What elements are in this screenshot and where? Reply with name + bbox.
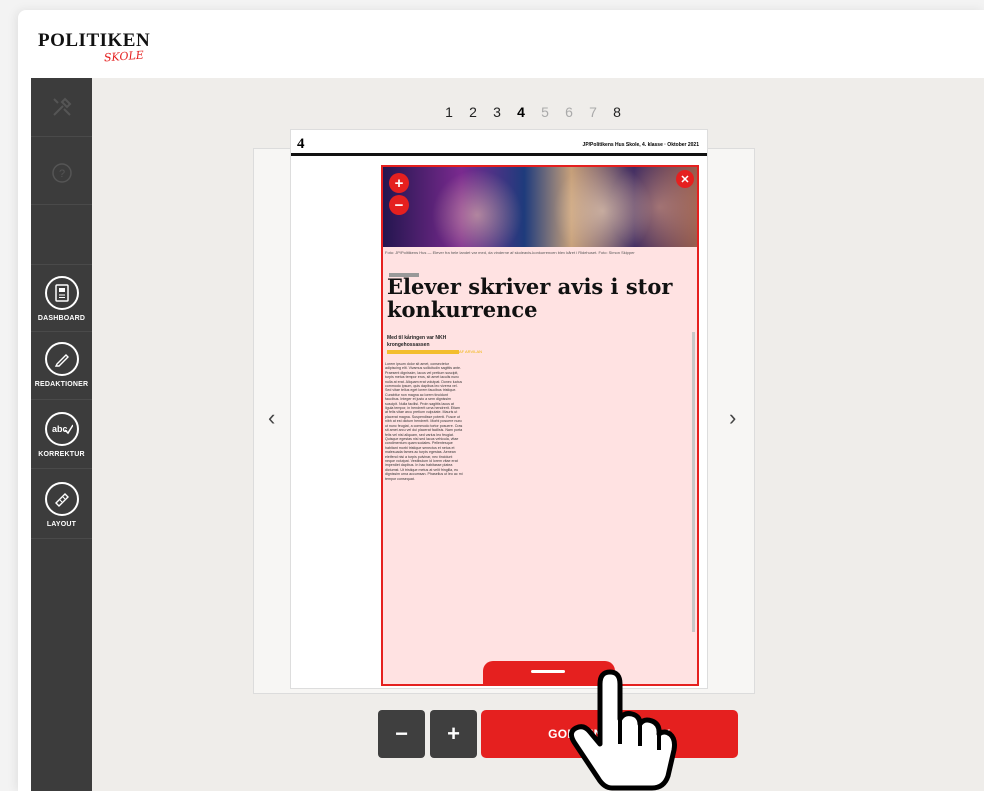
svg-text:?: ?: [58, 168, 64, 180]
zoom-in-button[interactable]: +: [389, 173, 409, 193]
spellcheck-icon: abc: [44, 412, 79, 446]
close-icon[interactable]: ✕: [676, 170, 694, 188]
page-link-7[interactable]: 7: [581, 104, 605, 120]
sidebar-item-label: KORREKTUR: [38, 451, 85, 458]
svg-text:abc: abc: [52, 424, 68, 434]
sidebar-item-dashboard[interactable]: DASHBOARD: [31, 276, 92, 322]
hand-pointer-icon: [568, 669, 677, 791]
prev-page-arrow-icon[interactable]: ‹: [268, 405, 275, 431]
page-header: 4 JP/Politikens Hus Skole, 4. klasse · O…: [291, 130, 707, 156]
article-deck: Med til kåringen var NKH krongehossassen: [387, 335, 447, 348]
help-icon[interactable]: ?: [31, 162, 92, 189]
tools-icon[interactable]: [31, 96, 92, 123]
article-headline: Elever skriver avis i stor konkurrence: [387, 274, 673, 322]
article-block[interactable]: + − ✕ Foto: JP/Politikens Hus — Elever f…: [381, 165, 699, 686]
zoom-out-page-button[interactable]: −: [378, 710, 425, 758]
page-link-1[interactable]: 1: [437, 104, 461, 120]
zoom-in-page-button[interactable]: +: [430, 710, 477, 758]
page-link-4[interactable]: 4: [509, 104, 533, 120]
article-photo: [383, 167, 697, 247]
sidebar-item-label: DASHBOARD: [37, 315, 86, 322]
pencil-icon: [44, 342, 79, 376]
article-body: Lorem ipsum dolor sit amet, consectetur …: [385, 362, 463, 481]
sidebar-item-layout[interactable]: LAYOUT: [31, 482, 92, 528]
next-page-arrow-icon[interactable]: ›: [729, 405, 736, 431]
page-link-2[interactable]: 2: [461, 104, 485, 120]
sidebar-item-korrektur[interactable]: abc KORREKTUR: [31, 412, 92, 458]
page-number: 4: [297, 136, 305, 152]
publication-line: JP/Politikens Hus Skole, 4. klasse · Okt…: [582, 142, 699, 148]
ruler-icon: [44, 482, 79, 516]
byline: AF ARVILAN: [459, 349, 483, 354]
page-link-5[interactable]: 5: [533, 104, 557, 120]
photo-caption: Foto: JP/Politikens Hus — Elever fra hel…: [385, 250, 635, 255]
sidebar-item-label: REDAKTIONER: [34, 381, 89, 388]
page-link-8[interactable]: 8: [605, 104, 629, 120]
byline-highlight: [387, 350, 459, 354]
sidebar: ? DASHBOARD REDAKTIONER abc KORREKTUR LA…: [31, 78, 92, 791]
dashboard-icon: [44, 276, 79, 310]
article-scrollbar[interactable]: [692, 332, 695, 632]
page-selector: 1 2 3 4 5 6 7 8: [437, 104, 629, 120]
sidebar-item-label: LAYOUT: [46, 521, 77, 528]
logo-subtext: SKOLE: [103, 48, 145, 65]
page-link-3[interactable]: 3: [485, 104, 509, 120]
page-link-6[interactable]: 6: [557, 104, 581, 120]
sidebar-item-redaktioner[interactable]: REDAKTIONER: [31, 342, 92, 388]
politiken-skole-logo[interactable]: POLITIKEN SKOLE: [38, 30, 150, 64]
zoom-out-button[interactable]: −: [389, 195, 409, 215]
